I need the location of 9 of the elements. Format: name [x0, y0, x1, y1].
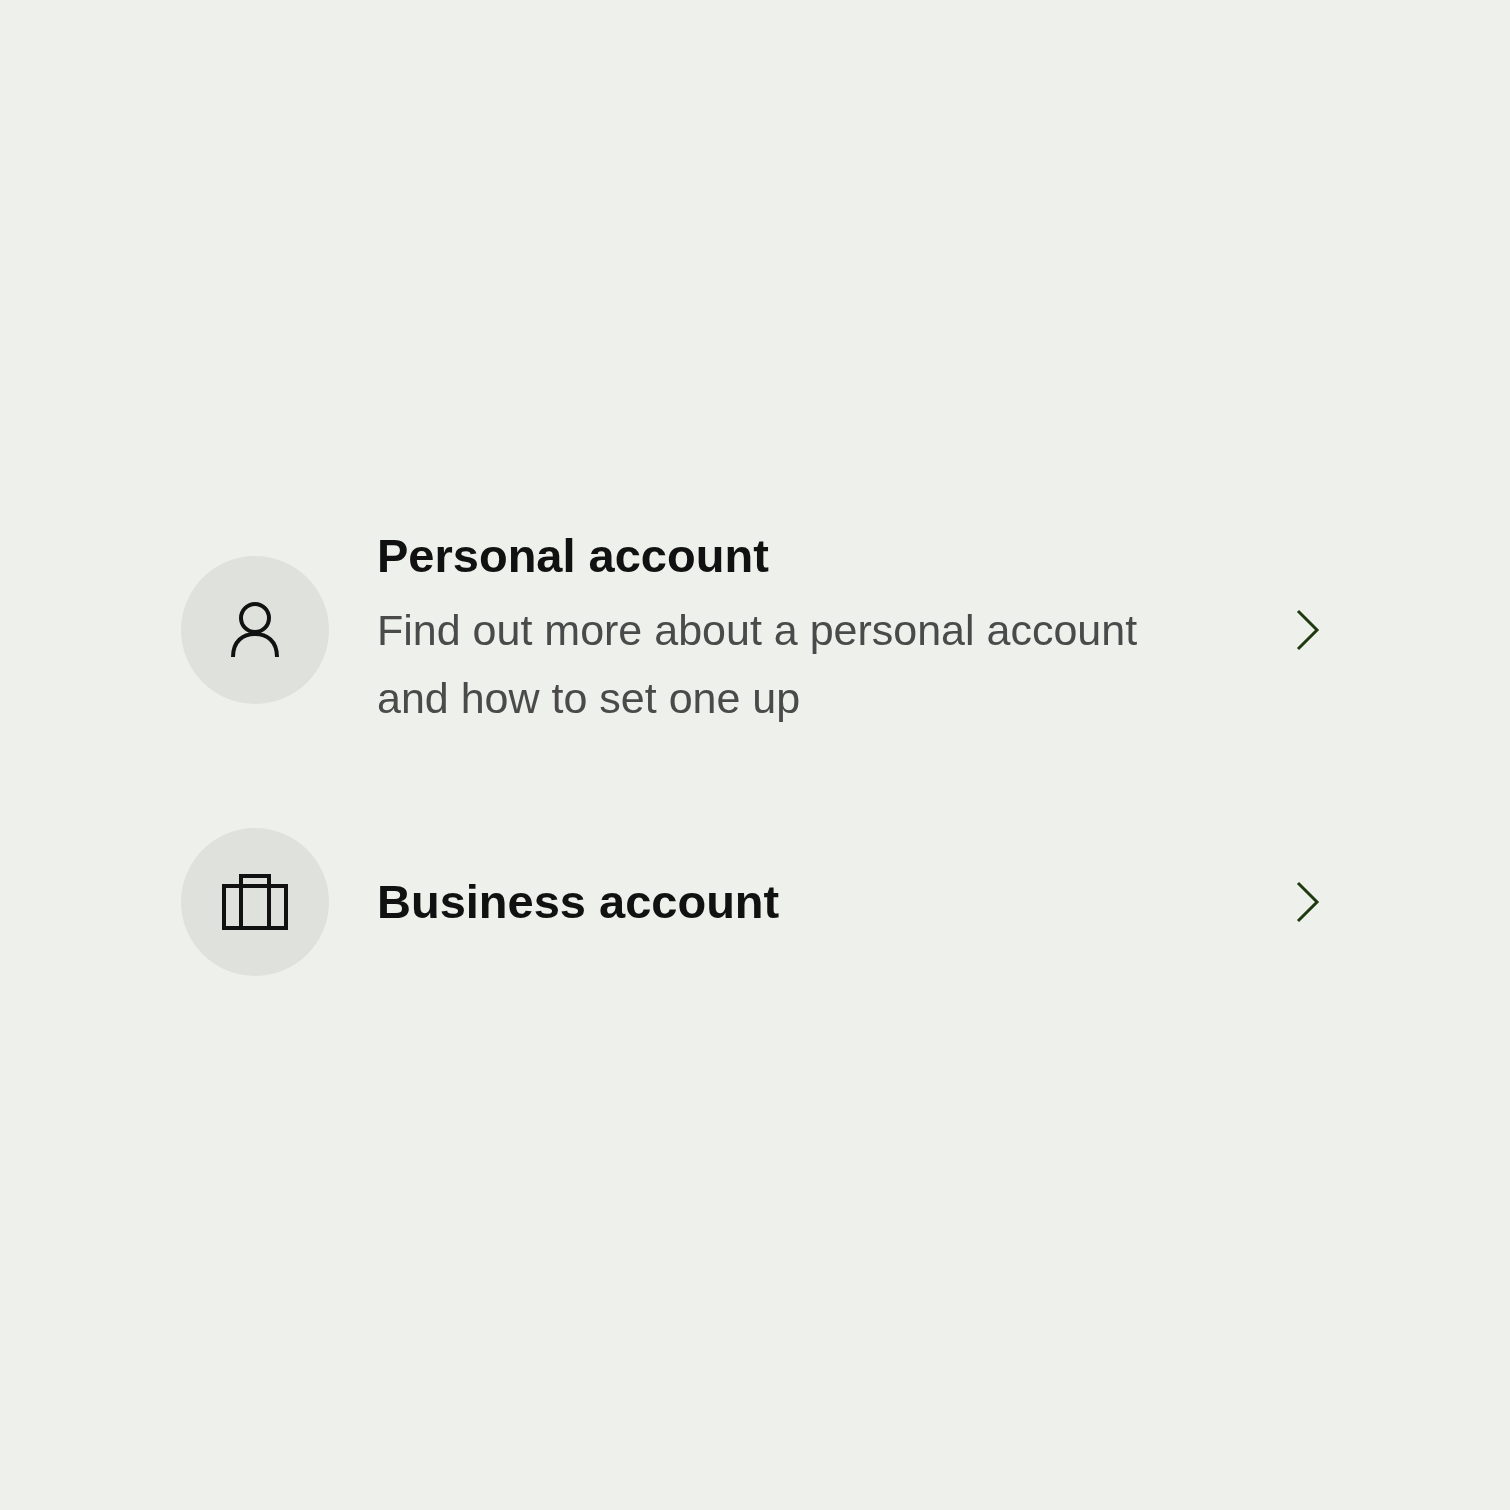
- person-icon: [230, 601, 280, 659]
- chevron-right-icon: [1295, 881, 1321, 923]
- account-option[interactable]: Business account: [181, 828, 1321, 976]
- chevron-right-icon: [1295, 609, 1321, 651]
- account-option[interactable]: Personal account Find out more about a personal account and how to set one up: [181, 528, 1321, 732]
- option-title: Personal account: [377, 528, 770, 584]
- option-title: Business account: [377, 874, 781, 930]
- option-description: Find out more about a personal account and how to set one up: [377, 605, 1139, 724]
- briefcase-icon: [222, 874, 288, 930]
